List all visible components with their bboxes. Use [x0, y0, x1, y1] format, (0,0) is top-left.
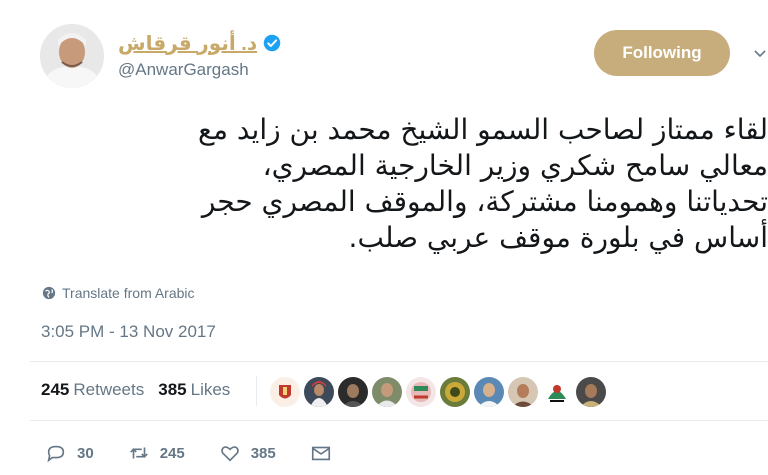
following-button[interactable]: Following [594, 30, 730, 76]
retweet-button[interactable]: 245 [128, 442, 185, 464]
tweet-line: لقاء ممتاز لصاحب السمو الشيخ محمد بن زاي… [198, 113, 768, 146]
liker-avatar[interactable] [372, 377, 402, 407]
retweet-icon [129, 447, 148, 459]
tweet-actions: 30 245 385 [45, 442, 366, 464]
retweet-count: 245 [159, 444, 185, 462]
reply-count: 30 [77, 444, 94, 462]
liker-avatar[interactable] [406, 377, 436, 407]
avatar[interactable] [40, 24, 104, 88]
translate-link[interactable]: Translate from Arabic [42, 285, 195, 301]
likes-stat[interactable]: 385 Likes [158, 380, 230, 400]
liker-avatar[interactable] [304, 377, 334, 407]
globe-icon [42, 286, 56, 300]
like-count: 385 [250, 444, 276, 462]
reply-icon [47, 445, 65, 463]
liker-avatar[interactable] [474, 377, 504, 407]
display-name[interactable]: د. أنور قرقاش [118, 31, 257, 56]
liker-avatars [270, 377, 606, 407]
liker-avatar[interactable] [440, 377, 470, 407]
tweet-stats: 245 Retweets 385 Likes [41, 380, 230, 400]
tweet-line: أساس في بلورة موقف عربي صلب. [348, 221, 768, 254]
liker-avatar[interactable] [542, 377, 572, 407]
divider [30, 420, 768, 421]
message-icon [311, 446, 330, 461]
retweets-stat[interactable]: 245 Retweets [41, 380, 144, 400]
tweet-line: تحدياتنا وهمومنا مشتركة، والموقف المصري … [201, 185, 768, 218]
user-handle[interactable]: @AnwarGargash [118, 60, 249, 80]
tweet-text: لقاء ممتاز لصاحب السمو الشيخ محمد بن زاي… [30, 112, 768, 256]
verified-badge-icon [263, 34, 281, 52]
stats-separator [256, 376, 257, 406]
heart-icon [220, 446, 239, 462]
chevron-down-icon[interactable] [752, 46, 768, 62]
direct-message-button[interactable] [310, 442, 332, 464]
likes-count: 385 [158, 380, 187, 399]
liker-avatar[interactable] [576, 377, 606, 407]
divider [30, 361, 768, 362]
liker-avatar[interactable] [270, 377, 300, 407]
liker-avatar[interactable] [508, 377, 538, 407]
user-name-row[interactable]: د. أنور قرقاش [118, 30, 281, 56]
translate-label[interactable]: Translate from Arabic [62, 285, 195, 301]
tweet-timestamp[interactable]: 3:05 PM - 13 Nov 2017 [41, 322, 216, 342]
retweets-label: Retweets [73, 380, 145, 399]
like-button[interactable]: 385 [219, 442, 276, 464]
likes-label: Likes [190, 380, 231, 399]
reply-button[interactable]: 30 [45, 442, 94, 464]
retweets-count: 245 [41, 380, 70, 399]
liker-avatar[interactable] [338, 377, 368, 407]
tweet-line: معالي سامح شكري وزير الخارجية المصري، [262, 149, 768, 182]
